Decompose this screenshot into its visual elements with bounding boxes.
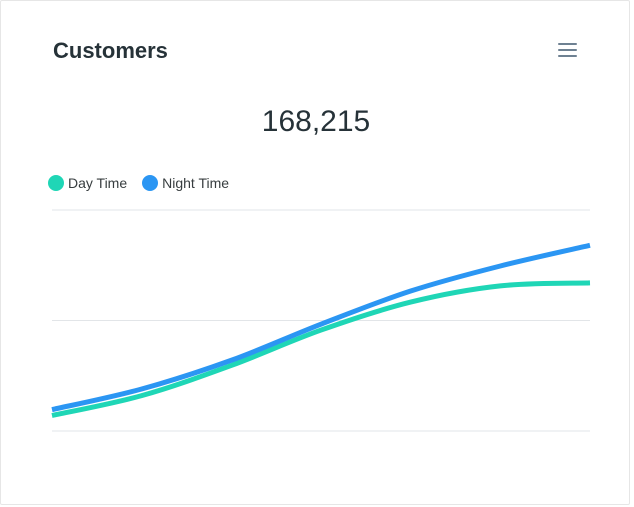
- customers-card: Customers 168,215 Day Time Night Time: [0, 0, 630, 505]
- line-chart: [51, 209, 591, 432]
- series-line-day-time[interactable]: [51, 280, 591, 418]
